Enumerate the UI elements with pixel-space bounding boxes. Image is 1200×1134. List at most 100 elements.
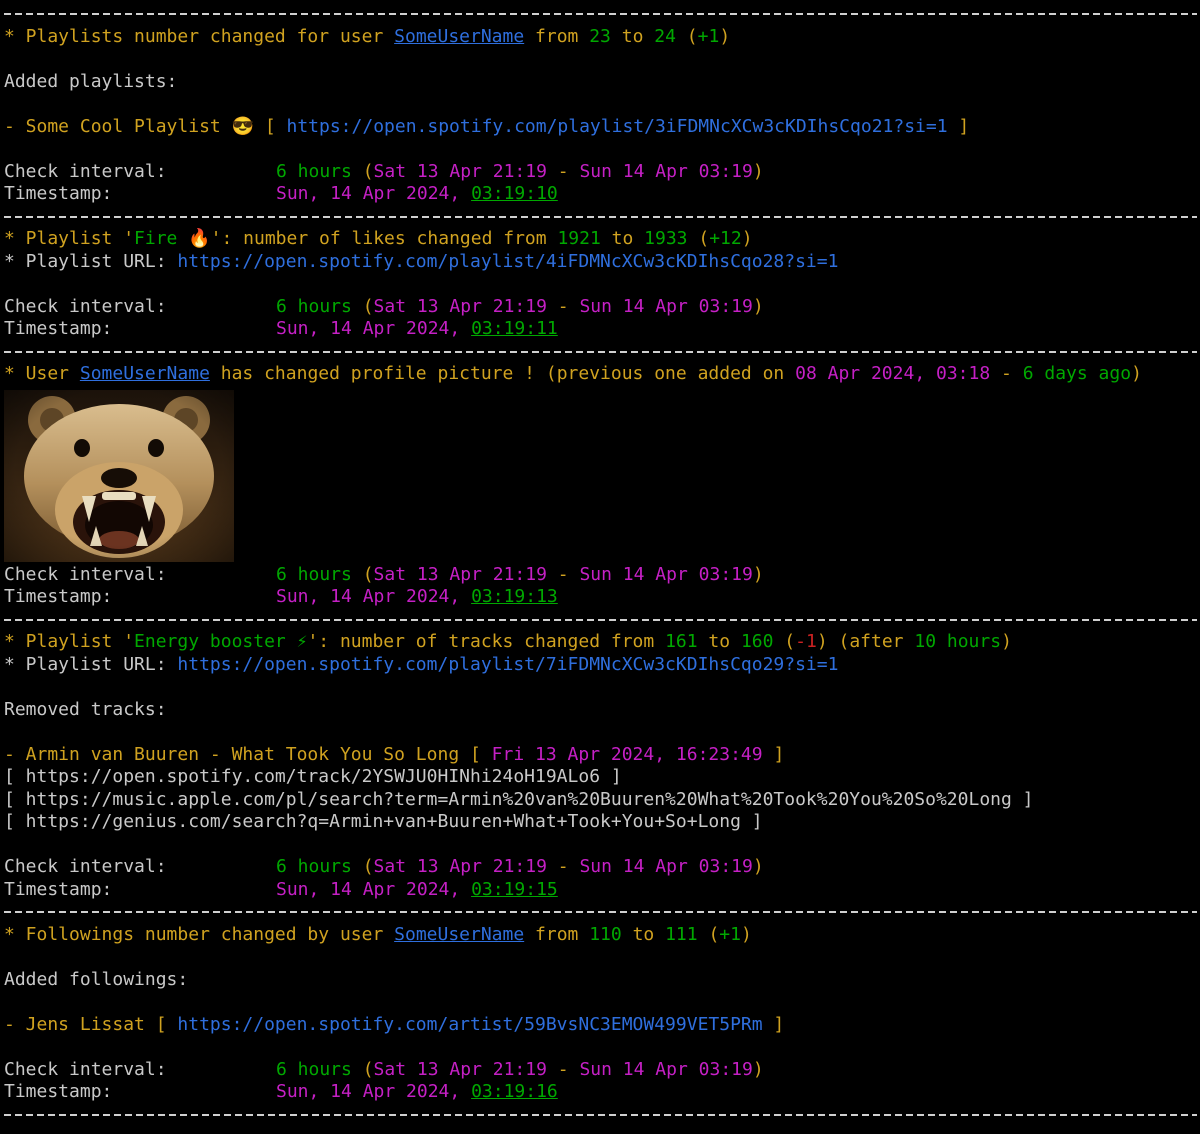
playlist-url-line: * Playlist URL: https://open.spotify.com… [4,251,1200,274]
text-segment: 6 hours [276,856,363,877]
user-link[interactable]: SomeUserName [394,924,524,945]
text-segment: Added playlists: [4,71,177,92]
playlist-url-link[interactable]: https://open.spotify.com/playlist/3iFDMN… [287,116,948,137]
text-segment: * Playlist ' [4,228,134,249]
terminal-line [4,1036,1200,1059]
added-followings-heading: Added followings: [4,969,1200,992]
artist-url-link[interactable]: https://open.spotify.com/artist/59BvsNC3… [177,1014,762,1035]
timestamp-line: Timestamp:Sun, 14 Apr 2024, 03:19:11 [4,318,1200,341]
terminal-line [4,991,1200,1014]
check-interval-label: Check interval: [4,161,276,184]
timestamp-line: Timestamp:Sun, 14 Apr 2024, 03:19:10 [4,183,1200,206]
text-segment: -1 [795,631,817,652]
timestamp-label: Timestamp: [4,1081,276,1104]
separator-line [4,206,1200,229]
text-segment: Sun 14 Apr 03:19 [579,296,752,317]
tracks-changed-event: * Playlist 'Energy booster ⚡': number of… [4,631,1200,654]
text-segment: from [524,924,589,945]
text-segment: ( [688,228,710,249]
separator-line [4,609,1200,632]
user-link[interactable]: SomeUserName [394,26,524,47]
text-segment: - Jens Lissat [ [4,1014,177,1035]
text-segment: Sun 14 Apr 03:19 [579,161,752,182]
text-segment: Sun, 14 Apr 2024, [276,586,471,607]
text-segment: +1 [698,26,720,47]
text-segment: - Armin van Buuren - What Took You So Lo… [4,744,492,765]
text-segment: ] [763,744,785,765]
text-segment: ( [363,564,374,585]
text-segment: Sat 13 Apr 21:19 [374,856,547,877]
text-segment: ( [363,1059,374,1080]
text-segment: [ https://genius.com/search?q=Armin+van+… [4,811,763,832]
text-segment: 6 hours [276,1059,363,1080]
text-segment: Sun, 14 Apr 2024, [276,318,471,339]
text-segment: Added followings: [4,969,188,990]
separator-line [4,3,1200,26]
timestamp-link[interactable]: 03:19:15 [471,879,558,900]
text-segment: ) [753,564,764,585]
text-segment: - [990,363,1023,384]
terminal-line [4,273,1200,296]
text-segment: * Playlist URL: [4,654,177,675]
text-segment: 10 hours [914,631,1001,652]
track-apple-url-line: [ https://music.apple.com/pl/search?term… [4,789,1200,812]
text-segment: * Playlist URL: [4,251,177,272]
text-segment: Energy booster ⚡ [134,631,307,652]
playlists-changed-event: * Playlists number changed for user Some… [4,26,1200,49]
timestamp-link[interactable]: 03:19:16 [471,1081,558,1102]
text-segment: 23 [589,26,611,47]
check-interval-label: Check interval: [4,564,276,587]
timestamp-label: Timestamp: [4,183,276,206]
followings-changed-event: * Followings number changed by user Some… [4,924,1200,947]
text-segment: - [547,161,580,182]
profile-picture-event: * User SomeUserName has changed profile … [4,363,1200,386]
text-segment: ) [753,1059,764,1080]
terminal-line [4,93,1200,116]
text-segment: ( [698,924,720,945]
text-segment: ] [948,116,970,137]
text-segment: 08 Apr 2024, 03:18 [795,363,990,384]
removed-track-item: - Armin van Buuren - What Took You So Lo… [4,744,1200,767]
text-segment: ) [741,924,752,945]
text-segment: [ https://music.apple.com/pl/search?term… [4,789,1034,810]
text-segment: Sun 14 Apr 03:19 [579,1059,752,1080]
text-segment: to [698,631,741,652]
text-segment: ( [363,161,374,182]
text-segment: ) [719,26,730,47]
timestamp-link[interactable]: 03:19:11 [471,318,558,339]
added-following-item: - Jens Lissat [ https://open.spotify.com… [4,1014,1200,1037]
text-segment: has changed profile picture ! (previous … [210,363,795,384]
text-segment: Sat 13 Apr 21:19 [374,296,547,317]
text-segment: ( [363,856,374,877]
text-segment: ) [1131,363,1142,384]
text-segment: Sat 13 Apr 21:19 [374,161,547,182]
bear-image [4,390,234,562]
timestamp-link[interactable]: 03:19:13 [471,586,558,607]
terminal-line [4,834,1200,857]
track-genius-url-line: [ https://genius.com/search?q=Armin+van+… [4,811,1200,834]
user-link[interactable]: SomeUserName [80,363,210,384]
timestamp-line: Timestamp:Sun, 14 Apr 2024, 03:19:16 [4,1081,1200,1104]
terminal-line [4,48,1200,71]
text-segment: +1 [719,924,741,945]
text-segment: ( [773,631,795,652]
text-segment: ) [753,856,764,877]
text-segment: ': number of likes changed from [211,228,558,249]
text-segment: - [547,564,580,585]
playlist-url-link[interactable]: https://open.spotify.com/playlist/4iFDMN… [177,251,838,272]
text-segment: ) [742,228,753,249]
text-segment: * Playlists number changed for user [4,26,394,47]
added-playlist-item: - Some Cool Playlist 😎 [ https://open.sp… [4,116,1200,139]
check-interval-line: Check interval:6 hours (Sat 13 Apr 21:19… [4,1059,1200,1082]
text-segment: Sun, 14 Apr 2024, [276,879,471,900]
playlist-url-link[interactable]: https://open.spotify.com/playlist/7iFDMN… [177,654,838,675]
text-segment: Sat 13 Apr 21:19 [374,1059,547,1080]
text-segment: 111 [665,924,698,945]
text-segment: 161 [665,631,698,652]
text-segment: ': number of tracks changed from [307,631,665,652]
check-interval-line: Check interval:6 hours (Sat 13 Apr 21:19… [4,161,1200,184]
text-segment: - [547,296,580,317]
timestamp-link[interactable]: 03:19:10 [471,183,558,204]
text-segment: Sun, 14 Apr 2024, [276,183,471,204]
text-segment: 110 [589,924,622,945]
